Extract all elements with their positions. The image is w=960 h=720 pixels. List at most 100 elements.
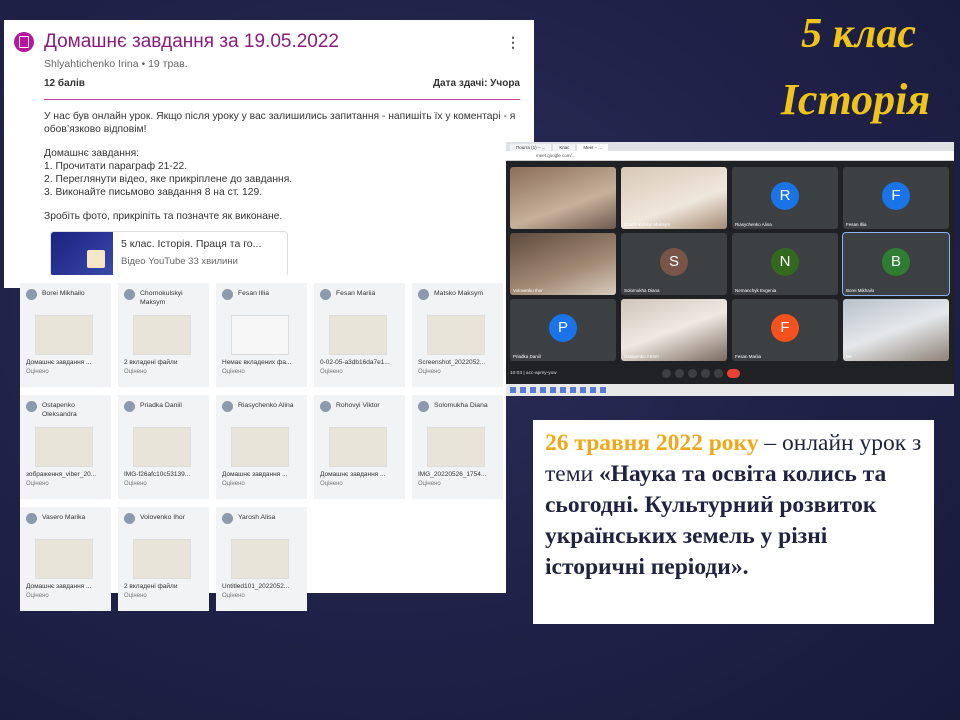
assignment-due: Дата здачі: Учора — [432, 78, 520, 89]
submission-file: IMG-f26afc10c53139... — [124, 471, 191, 478]
slide-title-subject: Історія — [780, 75, 930, 124]
participant-avatar: B — [882, 248, 910, 276]
assignment-outro: Зробіть фото, прикріпіть та позначте як … — [44, 211, 283, 222]
taskbar-app-icon[interactable] — [510, 387, 516, 393]
submission-thumbnail — [427, 315, 485, 355]
submission-card[interactable]: Fesan Illia Немає вкладених фа... Оцінено — [216, 283, 307, 387]
participant-name: Fesan Illia — [846, 222, 867, 227]
participant-tile[interactable]: Ви — [843, 299, 949, 361]
browser-tab[interactable]: Клас — [553, 144, 576, 151]
submission-card[interactable]: Matsko Maksym Screenshot_2022052... Оцінен… — [412, 283, 503, 387]
student-avatar-icon — [26, 289, 37, 300]
participant-name: Volovenko Ihor — [513, 288, 543, 293]
more-options-icon[interactable]: ⋮ — [506, 34, 520, 51]
student-name: Matsko Maksym — [434, 290, 484, 297]
taskbar-app-icon[interactable] — [580, 387, 586, 393]
assignment-meta: 12 балів Дата здачі: Учора — [44, 78, 520, 100]
participant-tile[interactable]: F Fesan Illia — [843, 167, 949, 229]
submission-card[interactable]: Solomukha Diana IMG_20220526_1754... Оціне… — [412, 395, 503, 499]
address-bar[interactable]: meet.google.com/... — [506, 151, 954, 161]
participant-tile[interactable]: Chornokulskyi Maksym — [621, 167, 727, 229]
student-avatar-icon — [26, 513, 37, 524]
participant-tile[interactable]: Ostapenko Artem — [621, 299, 727, 361]
attachment-video[interactable]: 5 клас. Історія. Праця та го... Відео Yo… — [50, 231, 288, 277]
submission-card[interactable]: Riasychenko Alina Домашнє завдання ... Оці… — [216, 395, 307, 499]
assignment-intro: У нас був онлайн урок. Якщо після уроку … — [44, 111, 516, 135]
taskbar-app-icon[interactable] — [550, 387, 556, 393]
student-name: Volovenko Ihor — [140, 514, 185, 521]
slide-title-grade: 5 клас — [801, 11, 916, 57]
submission-thumbnail — [231, 427, 289, 467]
student-avatar-icon — [124, 401, 135, 412]
participant-tile[interactable]: F Fesan Mariia — [732, 299, 838, 361]
submission-status: Оцінено — [222, 481, 245, 487]
participant-avatar: P — [549, 314, 577, 342]
taskbar-app-icon[interactable] — [560, 387, 566, 393]
taskbar-app-icon[interactable] — [590, 387, 596, 393]
participant-tile[interactable]: P Priadka Daniil — [510, 299, 616, 361]
taskbar-app-icon[interactable] — [540, 387, 546, 393]
captions-icon[interactable] — [688, 369, 697, 378]
student-name: Vasero Marika — [42, 514, 86, 521]
submission-card[interactable]: Rohovyi Viktor Домашнє завдання ... Оцінен… — [314, 395, 405, 499]
taskbar-app-icon[interactable] — [600, 387, 606, 393]
student-avatar-icon — [124, 513, 135, 524]
submission-card[interactable]: Yarosh Alisa Untitled101_2022052... Оцінен… — [216, 507, 307, 611]
meet-participant-grid: Chornokulskyi Maksym R Riasychenko Alina F F… — [506, 161, 954, 375]
submission-status: Оцінено — [124, 369, 147, 375]
browser-tab[interactable]: Пошта (1) – ... — [510, 144, 552, 151]
participant-tile[interactable]: S Solomukha Diana — [621, 233, 727, 295]
student-name: Chornokulskyi Maksym — [140, 290, 183, 306]
submission-file: Домашнє завдання ... — [222, 471, 288, 478]
participant-tile[interactable]: R Riasychenko Alina — [732, 167, 838, 229]
participant-name: Chornokulskyi Maksym — [624, 222, 671, 227]
attachment-subtitle: Відео YouTube 33 хвилини — [121, 256, 238, 267]
submission-thumbnail — [35, 315, 93, 355]
submission-thumbnail — [329, 427, 387, 467]
participant-name: Ostapenko Artem — [624, 354, 659, 359]
submission-thumbnail — [231, 539, 289, 579]
camera-icon[interactable] — [675, 369, 684, 378]
submission-card[interactable]: Vasero Marika Домашнє завдання ... Оцінено — [20, 507, 111, 611]
submission-status: Оцінено — [124, 481, 147, 487]
assignment-points: 12 балів — [44, 78, 85, 89]
taskbar-app-icon[interactable] — [520, 387, 526, 393]
hw-item: 1. Прочитати параграф 21-22. — [44, 161, 188, 172]
student-name: Solomukha Diana — [434, 402, 488, 409]
attachment-title: 5 клас. Історія. Праця та го... — [121, 238, 262, 250]
browser-tab[interactable]: Meet – ... — [577, 144, 609, 151]
participant-tile[interactable]: B Borei Mikhailo — [842, 232, 950, 296]
participant-avatar: F — [771, 314, 799, 342]
video-thumbnail — [51, 232, 113, 276]
more-icon[interactable] — [714, 369, 723, 378]
participant-tile[interactable] — [510, 167, 616, 229]
student-name: Borei Mikhailo — [42, 290, 85, 297]
mic-icon[interactable] — [662, 369, 671, 378]
submission-status: Оцінено — [418, 369, 441, 375]
assignment-card: Домашнє завдання за 19.05.2022 ⋮ Shlyaht… — [4, 20, 534, 288]
submission-thumbnail — [427, 427, 485, 467]
submission-card[interactable]: Chornokulskyi Maksym 2 вкладені файли Оцін… — [118, 283, 209, 387]
submission-thumbnail — [133, 315, 191, 355]
submission-card[interactable]: Borei Mikhailo Домашнє завдання ... Оцінен… — [20, 283, 111, 387]
student-name: Fesan Illia — [238, 290, 269, 297]
participant-tile[interactable]: Volovenko Ihor — [510, 233, 616, 295]
taskbar-app-icon[interactable] — [570, 387, 576, 393]
submission-file: Немає вкладених фа... — [222, 359, 292, 366]
submission-thumbnail — [133, 539, 191, 579]
taskbar — [506, 384, 954, 396]
submission-status: Оцінено — [320, 369, 343, 375]
submission-status: Оцінено — [418, 481, 441, 487]
meet-controls: 10:03 | acc-apmy-yxw — [506, 365, 954, 382]
submission-card[interactable]: Priadka Daniil IMG-f26afc10c53139... Оціне… — [118, 395, 209, 499]
submission-card[interactable]: Volovenko Ihor 2 вкладені файли Оцінено — [118, 507, 209, 611]
meet-time: 10:03 | acc-apmy-yxw — [510, 371, 557, 376]
present-icon[interactable] — [701, 369, 710, 378]
assignment-title: Домашнє завдання за 19.05.2022 — [44, 31, 340, 52]
participant-tile[interactable]: N Nemanchyk Evgenia — [732, 233, 838, 295]
participant-avatar: N — [771, 248, 799, 276]
taskbar-app-icon[interactable] — [530, 387, 536, 393]
submission-card[interactable]: Fesan Mariia 0-02-05-a3db16da7e1... Оцінен… — [314, 283, 405, 387]
end-call-icon[interactable] — [727, 369, 740, 378]
submission-card[interactable]: Ostapenko Oleksandra зображення_viber_20.… — [20, 395, 111, 499]
